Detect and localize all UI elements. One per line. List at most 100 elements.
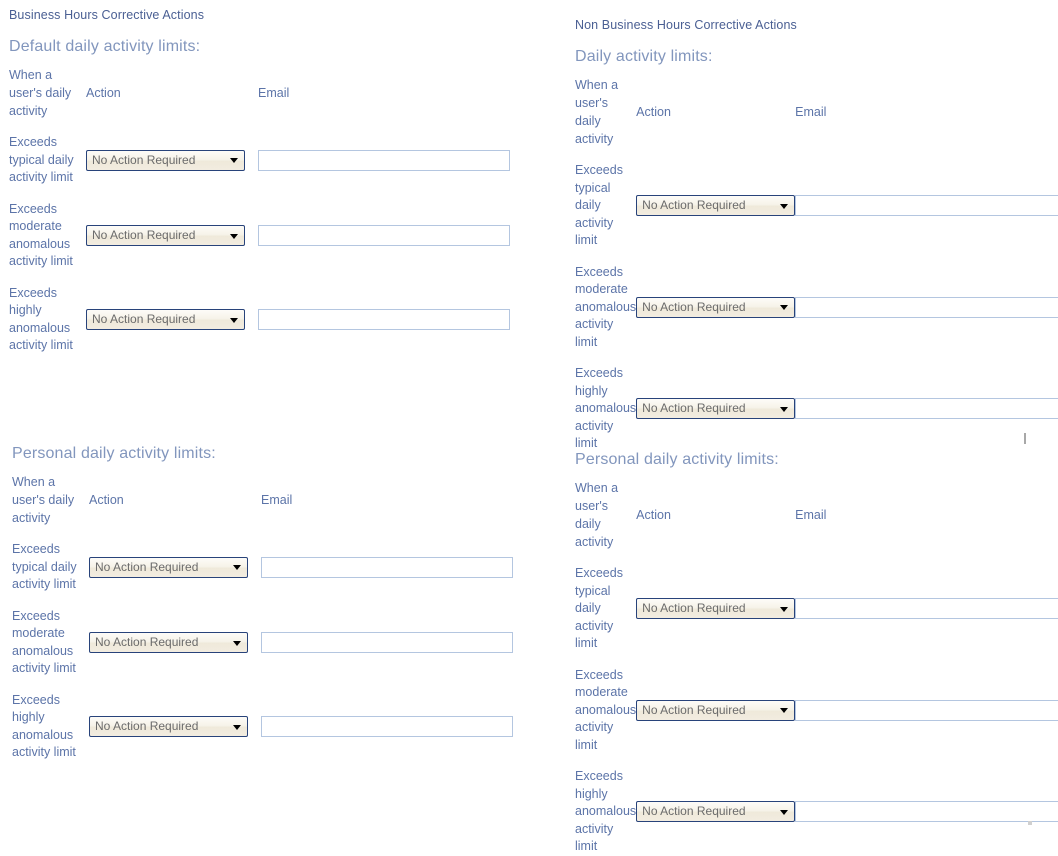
row-condition-label: Exceeds typical daily activity limit	[9, 134, 86, 187]
row-spacer	[9, 187, 518, 201]
row-email-cell	[795, 768, 1058, 856]
email-input[interactable]	[261, 557, 513, 578]
daily-activity-limits-table: When a user's daily activity Action Emai…	[575, 76, 1058, 453]
row-email-cell	[261, 608, 521, 678]
table-header-row: When a user's daily activity Action Emai…	[9, 66, 518, 120]
row-condition-label: Exceeds typical daily activity limit	[575, 162, 636, 250]
section-title-personal-daily-activity-limits: Personal daily activity limits:	[12, 445, 216, 463]
action-select[interactable]: No Action Required	[636, 598, 795, 619]
business-hours-caption: Business Hours Corrective Actions	[9, 8, 204, 22]
row-spacer	[9, 271, 518, 285]
action-select-value: No Action Required	[92, 153, 195, 167]
action-select[interactable]: No Action Required	[89, 632, 248, 653]
chevron-down-icon	[780, 407, 788, 412]
table-header-row: When a user's daily activity Action Emai…	[575, 76, 1058, 148]
action-select[interactable]: No Action Required	[89, 716, 248, 737]
action-select-value: No Action Required	[95, 719, 198, 733]
table-row: Exceeds typical daily activity limit No …	[9, 134, 518, 187]
action-select-value: No Action Required	[92, 228, 195, 242]
email-input[interactable]	[261, 632, 513, 653]
table-row: Exceeds moderate anomalous activity limi…	[12, 608, 521, 678]
action-select[interactable]: No Action Required	[86, 309, 245, 330]
row-email-cell	[795, 365, 1058, 453]
row-condition-label: Exceeds typical daily activity limit	[12, 541, 89, 594]
row-condition-label: Exceeds moderate anomalous activity limi…	[575, 667, 636, 755]
table-row: Exceeds moderate anomalous activity limi…	[9, 201, 518, 271]
chevron-down-icon	[780, 305, 788, 310]
row-action-cell: No Action Required	[89, 541, 261, 594]
table-row: Exceeds typical daily activity limit No …	[575, 565, 1058, 653]
row-action-cell: No Action Required	[89, 608, 261, 678]
email-input[interactable]	[795, 801, 1058, 822]
email-input[interactable]	[261, 716, 513, 737]
row-spacer	[12, 527, 521, 541]
email-input[interactable]	[795, 195, 1058, 216]
row-email-cell	[261, 692, 521, 762]
row-condition-label: Exceeds highly anomalous activity limit	[12, 692, 89, 762]
table-row: Exceeds moderate anomalous activity limi…	[575, 667, 1058, 755]
header-action: Action	[89, 473, 261, 527]
row-condition-label: Exceeds highly anomalous activity limit	[575, 365, 636, 453]
table-header-row: When a user's daily activity Action Emai…	[12, 473, 521, 527]
chevron-down-icon	[230, 158, 238, 163]
chevron-down-icon	[233, 725, 241, 730]
row-action-cell: No Action Required	[636, 264, 795, 352]
section-title-daily-activity-limits: Daily activity limits:	[575, 48, 713, 66]
chevron-down-icon	[233, 565, 241, 570]
row-action-cell: No Action Required	[89, 692, 261, 762]
table-row: Exceeds typical daily activity limit No …	[575, 162, 1058, 250]
header-action: Action	[636, 479, 795, 551]
section-title-personal-daily-activity-limits: Personal daily activity limits:	[575, 451, 779, 469]
action-select-value: No Action Required	[642, 804, 745, 818]
header-email: Email	[261, 473, 521, 527]
email-input[interactable]	[795, 297, 1058, 318]
chevron-down-icon	[780, 708, 788, 713]
row-spacer	[575, 754, 1058, 768]
email-input[interactable]	[258, 150, 510, 171]
row-spacer	[9, 120, 518, 134]
header-condition: When a user's daily activity	[9, 66, 86, 120]
row-action-cell: No Action Required	[86, 285, 258, 355]
row-condition-label: Exceeds typical daily activity limit	[575, 565, 636, 653]
action-select[interactable]: No Action Required	[636, 398, 795, 419]
chevron-down-icon	[230, 234, 238, 239]
row-email-cell	[795, 264, 1058, 352]
action-select[interactable]: No Action Required	[636, 297, 795, 318]
action-select[interactable]: No Action Required	[636, 195, 795, 216]
row-email-cell	[795, 565, 1058, 653]
personal-daily-activity-limits-table: When a user's daily activity Action Emai…	[575, 479, 1058, 856]
header-condition: When a user's daily activity	[12, 473, 89, 527]
action-select[interactable]: No Action Required	[89, 557, 248, 578]
header-email: Email	[258, 66, 518, 120]
action-select-value: No Action Required	[95, 560, 198, 574]
row-action-cell: No Action Required	[636, 365, 795, 453]
row-action-cell: No Action Required	[86, 201, 258, 271]
action-select-value: No Action Required	[642, 401, 745, 415]
header-email: Email	[795, 76, 1058, 148]
email-input[interactable]	[795, 398, 1058, 419]
row-action-cell: No Action Required	[636, 162, 795, 250]
action-select[interactable]: No Action Required	[636, 700, 795, 721]
email-input[interactable]	[795, 598, 1058, 619]
email-input[interactable]	[258, 309, 510, 330]
chevron-down-icon	[780, 607, 788, 612]
table-row: Exceeds highly anomalous activity limit …	[9, 285, 518, 355]
action-select-value: No Action Required	[642, 703, 745, 717]
row-email-cell	[258, 285, 518, 355]
non-business-hours-caption: Non Business Hours Corrective Actions	[575, 18, 797, 32]
section-title-default-daily-activity-limits: Default daily activity limits:	[9, 38, 200, 56]
action-select[interactable]: No Action Required	[636, 801, 795, 822]
action-select-value: No Action Required	[92, 312, 195, 326]
action-select[interactable]: No Action Required	[86, 150, 245, 171]
action-select[interactable]: No Action Required	[86, 225, 245, 246]
chevron-down-icon	[233, 641, 241, 646]
email-input[interactable]	[795, 700, 1058, 721]
row-condition-label: Exceeds highly anomalous activity limit	[9, 285, 86, 355]
row-action-cell: No Action Required	[636, 565, 795, 653]
row-spacer	[575, 551, 1058, 565]
table-row: Exceeds highly anomalous activity limit …	[575, 768, 1058, 856]
row-email-cell	[258, 134, 518, 187]
email-input[interactable]	[258, 225, 510, 246]
action-select-value: No Action Required	[642, 601, 745, 615]
header-email: Email	[795, 479, 1058, 551]
